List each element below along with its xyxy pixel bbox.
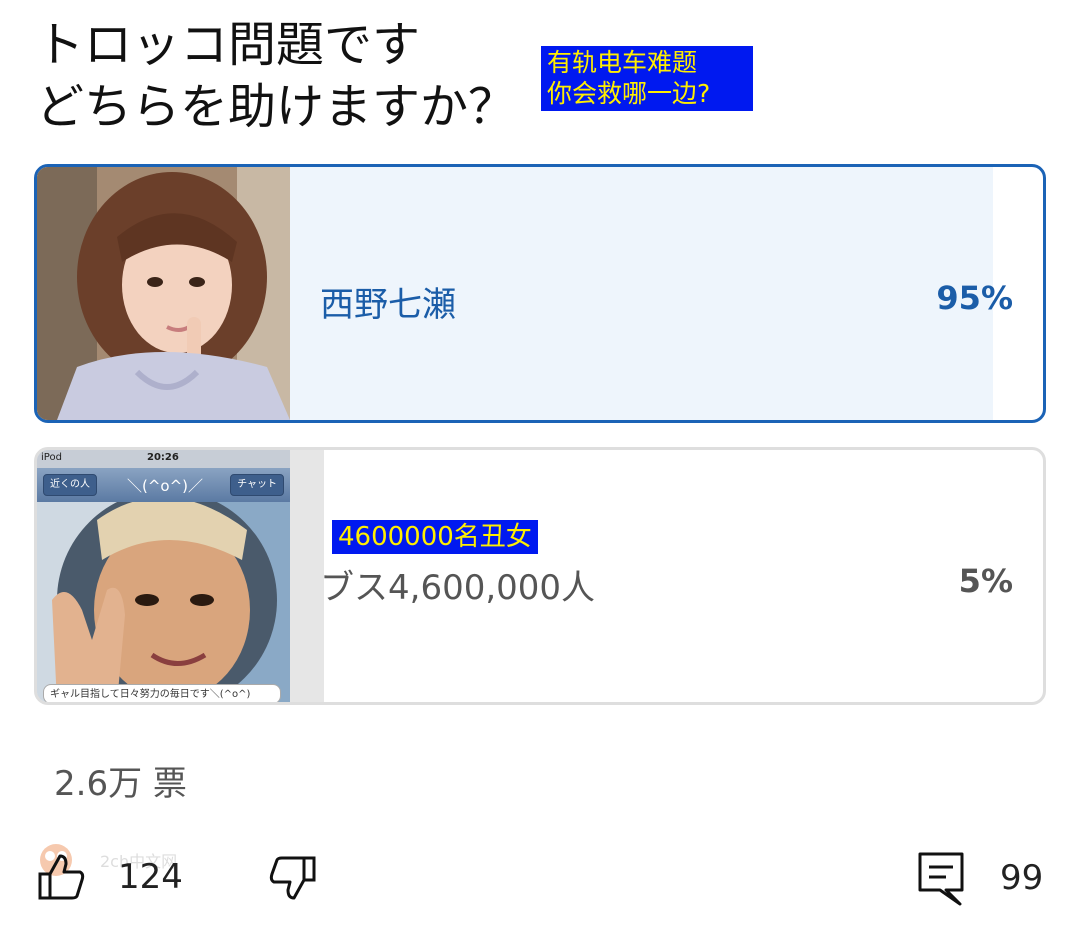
photo-status-time: 20:26: [147, 452, 179, 463]
like-button[interactable]: 124: [36, 852, 183, 902]
poll-option-2[interactable]: iPod 20:26 近くの人 ＼(^o^)／ チャット ギャル目指して日々努力…: [34, 447, 1046, 705]
option-photo: iPod 20:26 近くの人 ＼(^o^)／ チャット ギャル目指して日々努力…: [37, 450, 290, 702]
photo-nav-title: ＼(^o^)／: [127, 477, 204, 495]
like-count: 124: [118, 857, 183, 897]
photo-caption: ギャル目指して日々努力の毎日です＼(^o^): [43, 684, 281, 702]
thumbs-down-icon: [269, 856, 316, 900]
photo-back-button: 近くの人: [43, 474, 97, 496]
option-label: ブス4,600,000人: [320, 568, 596, 608]
option-label: 西野七瀬: [320, 285, 456, 325]
translation-line-1: 有轨电车难题: [547, 48, 698, 77]
option-percentage: 95%: [936, 279, 1013, 317]
translation-note: 有轨电车难题 你会救哪一边?: [541, 46, 753, 111]
comment-icon: [918, 852, 964, 906]
translation-line-2: 你会救哪一边?: [547, 79, 711, 108]
poll-option-1[interactable]: 西野七瀬 95%: [34, 164, 1046, 423]
dislike-button[interactable]: [268, 852, 318, 902]
photo-nav-bar: 近くの人 ＼(^o^)／ チャット: [37, 468, 290, 502]
thumbs-up-icon: [38, 854, 85, 900]
photo-chat-button: チャット: [230, 474, 284, 496]
poll-question-line-2: どちらを助けますか？: [36, 79, 517, 135]
poll-question-line-1: トロッコ問題です: [36, 17, 421, 73]
total-votes: 2.6万 票: [54, 764, 187, 804]
portrait-photo: [37, 167, 290, 420]
option-photo: [37, 167, 290, 420]
option-percentage: 5%: [958, 562, 1013, 600]
translation-note-option-2: 4600000名丑女: [332, 520, 538, 554]
photo-status-bar: iPod 20:26: [37, 450, 290, 468]
photo-status-device: iPod: [41, 452, 62, 463]
comment-count: 99: [1000, 858, 1044, 898]
comment-button[interactable]: 99: [916, 848, 1043, 908]
poll-question: トロッコ問題です どちらを助けますか？: [36, 14, 516, 138]
